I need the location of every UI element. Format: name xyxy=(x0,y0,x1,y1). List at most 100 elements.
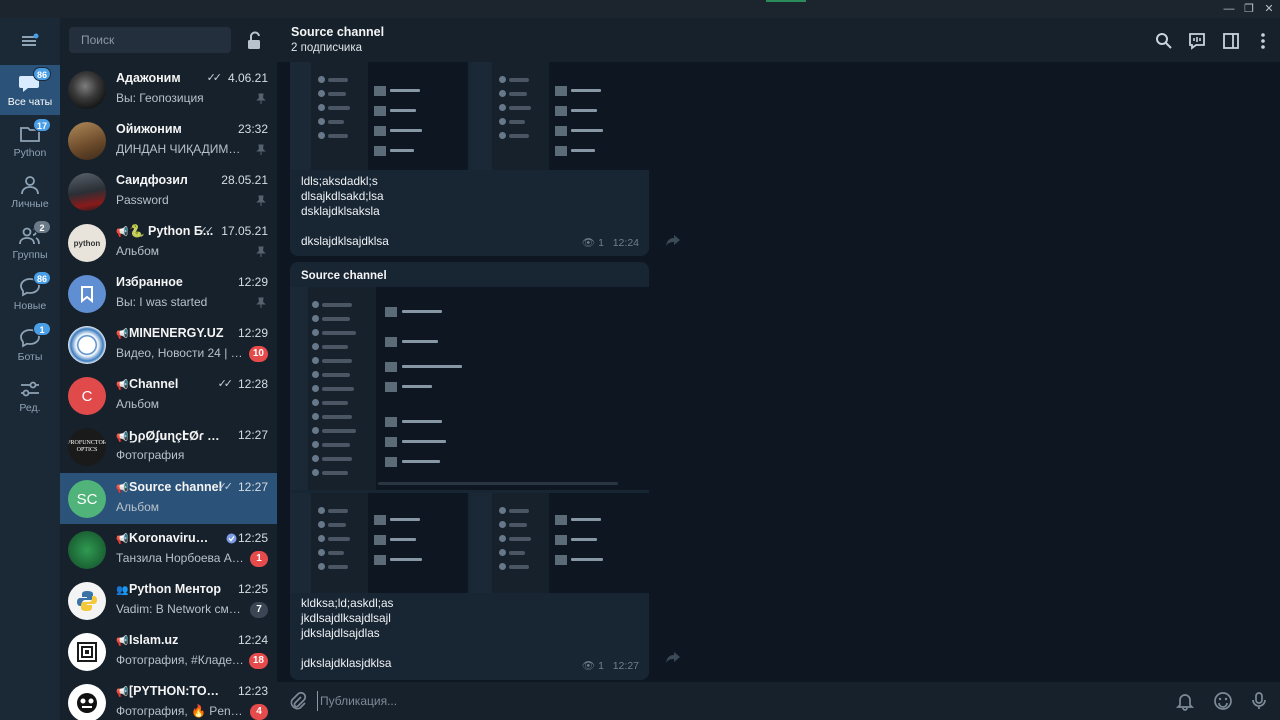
avatar xyxy=(68,531,106,569)
chat-item-oyizhonim[interactable]: Ойижоним 23:32 ДИНДАН ЧИҚАДИМИ ... xyxy=(60,115,277,166)
chat-time: 12:25 xyxy=(237,531,268,545)
chat-list: Адажоним ✓✓ 4.06.21 Вы: Геопозиция Ойижо… xyxy=(60,18,277,720)
chat-time: 12:29 xyxy=(237,275,268,289)
main-menu-button[interactable] xyxy=(0,26,60,56)
message-bubble[interactable]: Source channel kldksa;ld;askdl;as jkdlsa… xyxy=(290,262,649,680)
python-logo-icon xyxy=(77,591,97,611)
folder-python[interactable]: 17 Python xyxy=(0,116,60,166)
message-text: kldksa;ld;askdl;as jkdlsajdlksajdlsajl j… xyxy=(301,596,394,670)
album-photo[interactable] xyxy=(290,287,649,490)
chat-name: 📢ϦρØʄսɳçէØɾ Øπτ... xyxy=(116,428,224,443)
folder-personal[interactable]: Личные xyxy=(0,167,60,217)
folder-label: Личные xyxy=(11,198,49,210)
pin-icon xyxy=(256,144,266,155)
double-check-icon: ✓✓ xyxy=(217,378,234,390)
avatar: python xyxy=(68,224,106,262)
share-icon[interactable] xyxy=(665,650,681,664)
avatar-text: PROFUNCTOR OPTICS xyxy=(68,440,106,453)
chat-name: 📢[PYTHON:TODAY] xyxy=(116,684,224,698)
close-button[interactable]: ✕ xyxy=(1258,0,1280,18)
chat-item-python-today[interactable]: 📢[PYTHON:TODAY] 12:23 Фотография, 🔥 Pene… xyxy=(60,677,277,720)
minimize-button[interactable]: — xyxy=(1218,0,1240,18)
chat-preview: Password xyxy=(116,193,169,207)
avatar-text: python xyxy=(73,238,101,248)
search-input[interactable] xyxy=(69,27,231,53)
view-count: 1 xyxy=(598,237,604,249)
chat-item-source-channel[interactable]: SC 📢Source channel ✓✓ 12:27 Альбом xyxy=(60,473,277,524)
folder-all-chats[interactable]: 86 Все чаты xyxy=(0,65,60,115)
view-count: 1 xyxy=(598,660,604,672)
chat-item-python-b[interactable]: python 📢🐍 Python Б... ✓✓ 17.05.21 Альбом xyxy=(60,217,277,268)
folder-new[interactable]: 86 Новые xyxy=(0,269,60,319)
chat-time: 12:28 xyxy=(237,377,268,391)
islam-logo-icon xyxy=(77,642,97,662)
album-photo[interactable] xyxy=(471,493,649,593)
chat-name-text: MINENERGY.UZ xyxy=(129,326,224,340)
emoji-icon[interactable] xyxy=(1213,691,1233,711)
message-input[interactable] xyxy=(317,691,1097,711)
lock-icon[interactable] xyxy=(245,30,265,52)
chat-item-python-mentor[interactable]: 👥Python Ментор 12:25 Vadim: В Network см… xyxy=(60,575,277,626)
chat-name: 📢Koronavirus Inf... xyxy=(116,531,211,545)
chat-item-channel[interactable]: C 📢Channel ✓✓ 12:28 Альбом xyxy=(60,370,277,421)
more-menu-icon[interactable] xyxy=(1253,31,1273,51)
notifications-bell-icon[interactable] xyxy=(1175,691,1195,711)
maximize-button[interactable]: ❐ xyxy=(1238,0,1260,18)
megaphone-icon: 📢 xyxy=(116,483,129,494)
album-photo[interactable] xyxy=(290,493,468,593)
chat-preview: Фотография, 🔥 Penetr... xyxy=(116,704,246,718)
megaphone-icon: 📢 xyxy=(116,534,129,545)
avatar: PROFUNCTOR OPTICS xyxy=(68,428,106,466)
group-icon: 👥 xyxy=(116,585,129,596)
python-today-logo-icon xyxy=(77,693,97,713)
chat-time: 12:24 xyxy=(237,633,268,647)
folder-edit[interactable]: Ред. xyxy=(0,371,60,421)
avatar: C xyxy=(68,377,106,415)
folder-badge: 17 xyxy=(33,118,52,132)
chat-preview: Танзила Норбоева АҚ... xyxy=(116,551,246,565)
album-photo[interactable] xyxy=(471,62,649,170)
chat-item-adazhonim[interactable]: Адажоним ✓✓ 4.06.21 Вы: Геопозиция xyxy=(60,64,277,115)
message-composer xyxy=(277,682,1280,720)
chat-item-profunctor-optics[interactable]: PROFUNCTOR OPTICS 📢ϦρØʄսɳçէØɾ Øπτ... 12:… xyxy=(60,421,277,472)
conversation-header[interactable]: Source channel 2 подписчика xyxy=(277,18,1280,62)
chat-name: Саидфозил xyxy=(116,173,188,187)
share-icon[interactable] xyxy=(665,233,681,247)
chat-name: 📢Source channel xyxy=(116,480,224,494)
attach-icon[interactable] xyxy=(287,691,307,711)
megaphone-icon: 📢 xyxy=(116,687,129,698)
discussion-icon[interactable] xyxy=(1187,31,1207,51)
folder-bots[interactable]: 1 Боты xyxy=(0,320,60,370)
avatar: SC xyxy=(68,480,106,518)
chat-name-text: Koronavirus Inf... xyxy=(129,531,211,545)
megaphone-icon: 📢 xyxy=(116,380,129,391)
subscriber-count: 2 подписчика xyxy=(291,42,363,54)
message-text: ldls;aksdadkl;s dlsajkdlsakd;lsa dsklajd… xyxy=(301,174,389,248)
chat-time: 17.05.21 xyxy=(221,224,268,238)
album-photo[interactable] xyxy=(290,62,468,170)
avatar xyxy=(68,326,106,364)
titlebar-accent xyxy=(766,0,806,2)
chat-item-islam-uz[interactable]: 📢Islam.uz 12:24 Фотография, #Кладезь... … xyxy=(60,626,277,677)
search-icon[interactable] xyxy=(1154,31,1174,51)
edit-filters-icon xyxy=(21,381,39,397)
pin-icon xyxy=(256,297,266,308)
search-box[interactable] xyxy=(69,27,231,53)
chat-item-saved-messages[interactable]: Избранное 12:29 Вы: I was started xyxy=(60,268,277,319)
bookmark-icon xyxy=(81,286,93,303)
microphone-icon[interactable] xyxy=(1249,691,1269,711)
chat-preview: Альбом xyxy=(116,244,160,258)
folder-label: Все чаты xyxy=(7,96,53,108)
folder-badge: 86 xyxy=(33,271,52,285)
avatar-text: C xyxy=(81,387,93,405)
message-history[interactable]: ldls;aksdadkl;s dlsajkdlsakd;lsa dsklajd… xyxy=(277,62,1280,682)
message-bubble[interactable]: ldls;aksdadkl;s dlsajkdlsakd;lsa dsklajd… xyxy=(290,62,649,256)
megaphone-icon: 📢 xyxy=(116,636,129,647)
sidebar-toggle-icon[interactable] xyxy=(1221,31,1241,51)
chat-preview: Альбом xyxy=(116,397,160,411)
chat-preview: Вы: I was started xyxy=(116,295,208,309)
chat-item-saidfozil[interactable]: Саидфозил 28.05.21 Password xyxy=(60,166,277,217)
chat-item-minenergy[interactable]: 📢MINENERGY.UZ 12:29 Видео, Новости 24 | … xyxy=(60,319,277,370)
chat-item-koronavirus[interactable]: 📢Koronavirus Inf... 12:25 Танзила Норбое… xyxy=(60,524,277,575)
folder-groups[interactable]: 2 Группы xyxy=(0,218,60,268)
